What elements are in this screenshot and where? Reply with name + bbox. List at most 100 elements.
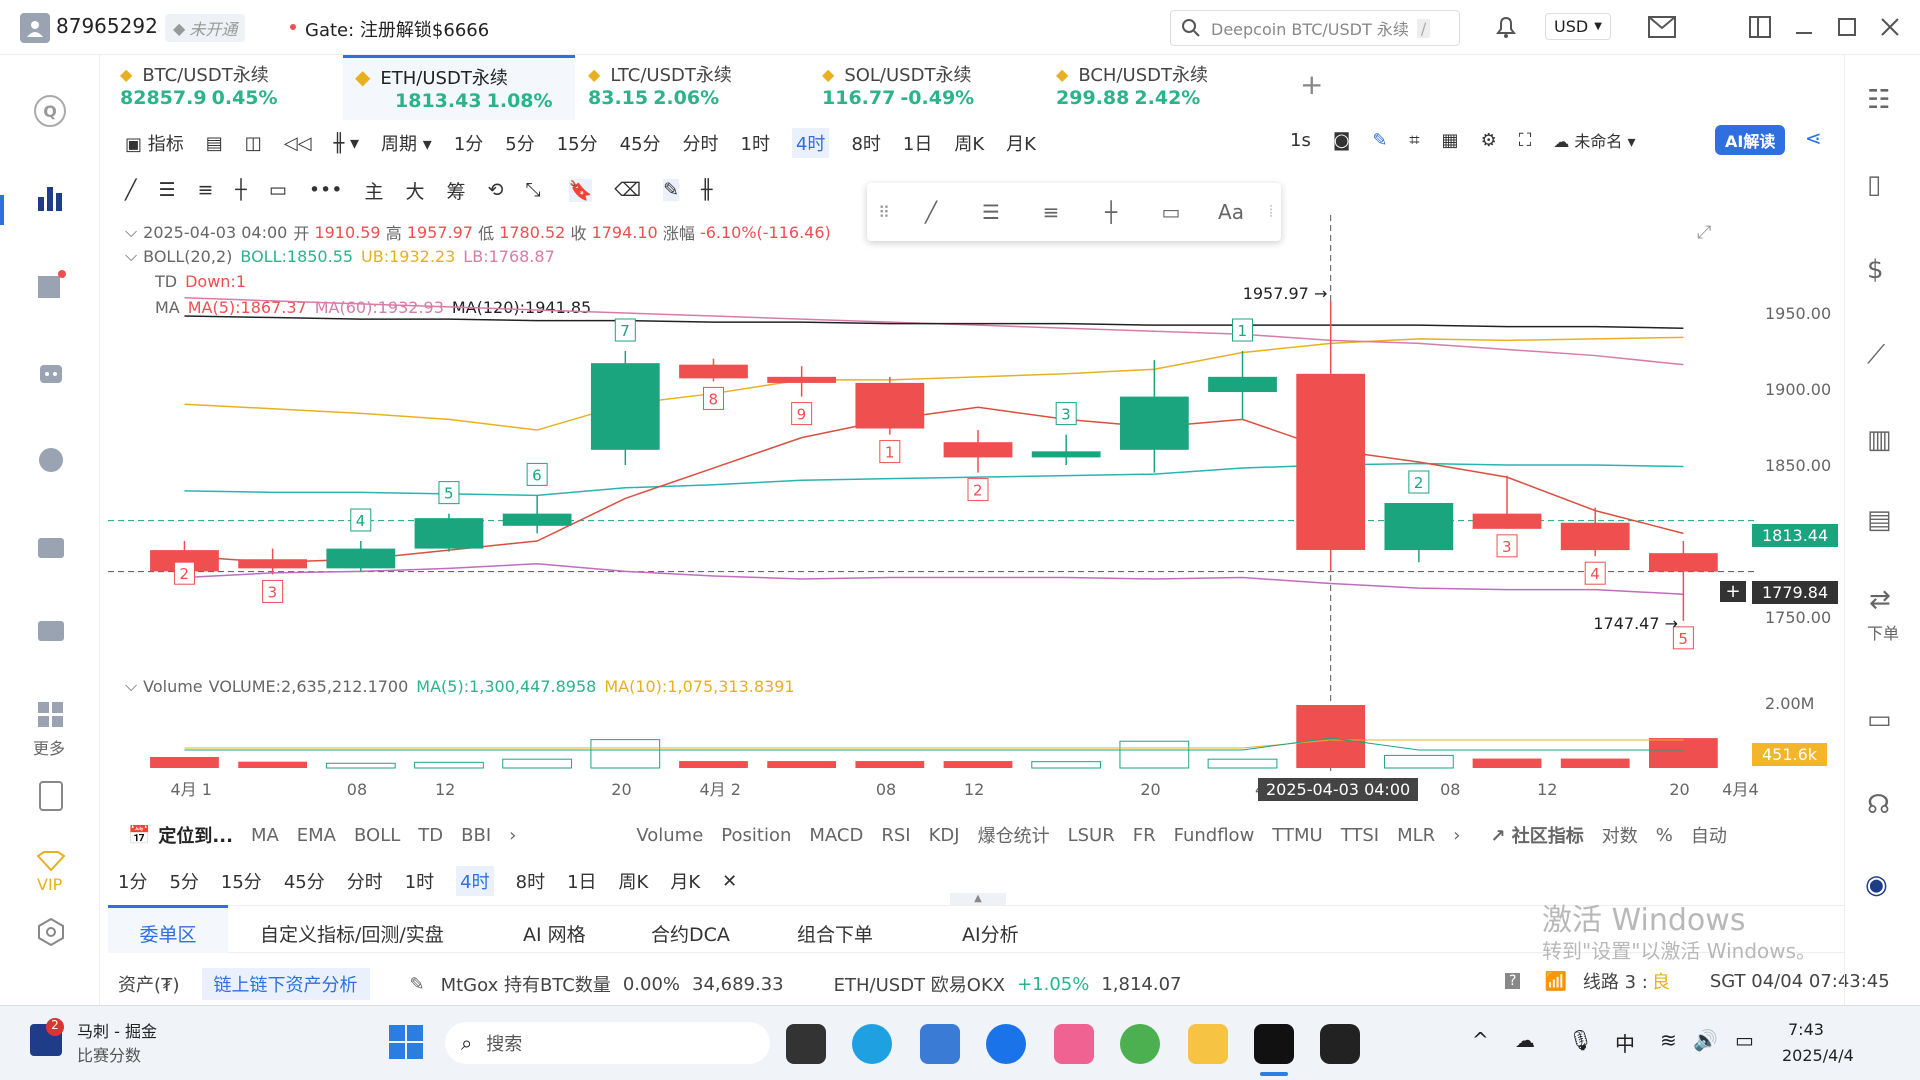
ind-boll[interactable]: BOLL xyxy=(354,825,400,846)
dollar-icon[interactable]: $ xyxy=(1867,255,1884,285)
rect-tool-icon[interactable]: ▭ xyxy=(269,179,287,201)
ind-kdj[interactable]: KDJ xyxy=(929,825,960,846)
calendar-icon[interactable]: 📅 xyxy=(128,825,150,846)
device-icon[interactable] xyxy=(38,780,64,816)
edge-icon[interactable] xyxy=(852,1024,892,1064)
tf2-15m[interactable]: 15分 xyxy=(221,868,262,894)
candle-type-icon[interactable]: ╫ ▾ xyxy=(333,133,359,154)
tf2-week[interactable]: 周K xyxy=(619,868,649,894)
tab-ltc[interactable]: ◆ LTC/USDT永续 83.15 2.06% xyxy=(578,55,808,120)
add-order-icon[interactable]: + xyxy=(1720,581,1746,602)
tf-1h[interactable]: 1时 xyxy=(741,130,770,156)
ind-ma[interactable]: MA xyxy=(251,825,279,846)
eraser-icon[interactable]: ⌫ xyxy=(614,179,641,201)
bot-icon[interactable]: ◉ xyxy=(1865,870,1888,900)
folder-icon[interactable] xyxy=(1188,1024,1228,1064)
tab-combo-order[interactable]: 组合下单 xyxy=(797,920,873,947)
tf2-1m[interactable]: 1分 xyxy=(118,868,147,894)
main-force-button[interactable]: 主 xyxy=(364,177,383,204)
volume-icon[interactable]: 🔊 xyxy=(1693,1028,1718,1052)
gate-label[interactable]: Gate: 注册解锁$6666 xyxy=(305,16,489,42)
logo-icon[interactable]: Q xyxy=(34,95,66,127)
record-icon[interactable] xyxy=(1320,1024,1360,1064)
k-app-icon[interactable] xyxy=(986,1024,1026,1064)
ind-td[interactable]: TD xyxy=(418,825,443,846)
ind-lsur[interactable]: LSUR xyxy=(1068,825,1115,846)
pct-toggle[interactable]: % xyxy=(1656,825,1673,846)
wallet-icon[interactable] xyxy=(36,532,66,566)
auto-draw-icon[interactable]: ⟲ xyxy=(488,179,504,201)
tf2-1d[interactable]: 1日 xyxy=(567,868,596,894)
order-label[interactable]: 下单 xyxy=(1867,620,1899,644)
tf2-1h[interactable]: 1时 xyxy=(405,868,434,894)
mail-icon[interactable] xyxy=(1647,15,1677,43)
analytics-icon[interactable] xyxy=(36,445,66,479)
news-icon[interactable] xyxy=(36,270,66,304)
tf2-4h[interactable]: 4时 xyxy=(456,866,494,896)
tf-time[interactable]: 分时 xyxy=(683,130,719,156)
ind-position[interactable]: Position xyxy=(721,825,791,846)
currency-select[interactable]: USD ▼ xyxy=(1545,13,1611,40)
parallel-tool-icon[interactable]: ☰ xyxy=(158,179,175,201)
tab-eth[interactable]: ◆ ETH/USDT永续 1813.43 1.08% xyxy=(343,55,575,120)
edit-icon[interactable]: ✎ xyxy=(410,974,425,995)
tf-4h[interactable]: 4时 xyxy=(791,128,830,158)
headset-icon[interactable]: ☊ xyxy=(1867,790,1890,820)
tf-month[interactable]: 月K xyxy=(1006,130,1036,156)
settings-icon[interactable] xyxy=(36,917,66,951)
tab-dca[interactable]: 合约DCA xyxy=(651,920,730,947)
chevron-right-icon[interactable]: › xyxy=(509,825,516,846)
tf-week[interactable]: 周K xyxy=(954,130,984,156)
tf-15m[interactable]: 15分 xyxy=(557,130,598,156)
help-icon[interactable]: ? xyxy=(1505,973,1521,989)
tab-orders[interactable]: 委单区 xyxy=(108,905,228,953)
search-input[interactable]: Deepcoin BTC/USDT 永续 / xyxy=(1170,10,1460,46)
tf2-month[interactable]: 月K xyxy=(670,868,700,894)
store-icon[interactable] xyxy=(920,1024,960,1064)
minimize-icon[interactable] xyxy=(1792,15,1816,43)
collapse-handle-icon[interactable]: ▲ xyxy=(950,893,1006,905)
tab-btc[interactable]: ◆ BTC/USDT永续 82857.9 0.45% xyxy=(108,55,338,120)
ind-fr[interactable]: FR xyxy=(1133,825,1156,846)
etf-icon[interactable]: ▤ xyxy=(1867,505,1892,535)
chip-button[interactable]: 筹 xyxy=(446,177,465,204)
ind-fundflow[interactable]: Fundflow xyxy=(1174,825,1255,846)
ind-liq[interactable]: 爆仓统计 xyxy=(978,822,1050,848)
orderbook-icon[interactable]: ☷ xyxy=(1867,85,1890,115)
close-tf-icon[interactable]: ✕ xyxy=(722,871,737,892)
ime-label[interactable]: 中 xyxy=(1615,1028,1635,1057)
vip-icon[interactable] xyxy=(36,850,66,876)
ind-rsi[interactable]: RSI xyxy=(881,825,910,846)
line-label[interactable]: 线路 3 : xyxy=(1583,968,1648,994)
document-icon[interactable]: ▯ xyxy=(1867,170,1881,200)
app-title[interactable]: 马刺 - 掘金 xyxy=(77,1018,157,1042)
share-icon[interactable]: ⋖ xyxy=(1805,126,1822,150)
tf-8h[interactable]: 8时 xyxy=(851,130,880,156)
ind-volume[interactable]: Volume xyxy=(636,825,703,846)
assets-label[interactable]: 资产(₮) xyxy=(118,971,180,997)
ind-ttmu[interactable]: TTMU xyxy=(1272,825,1322,846)
price-chart[interactable]: 1950.001900.001850.001800.001750.0023456… xyxy=(108,215,1844,805)
tf2-8h[interactable]: 8时 xyxy=(516,868,545,894)
tf-1d[interactable]: 1日 xyxy=(903,130,932,156)
add-tab-button[interactable]: + xyxy=(1300,68,1323,101)
template-icon[interactable]: ▦ xyxy=(1442,130,1459,151)
more-tools-icon[interactable]: ••• xyxy=(309,179,343,201)
tab-bch[interactable]: ◆ BCH/USDT永续 299.88 2.42% xyxy=(1046,55,1276,120)
big-order-button[interactable]: 大 xyxy=(405,177,424,204)
layout-split-icon[interactable]: ◫ xyxy=(245,133,262,154)
locate-button[interactable]: 定位到... xyxy=(158,822,233,848)
line-tool-icon[interactable]: ╱ xyxy=(125,179,136,201)
fullscreen-icon[interactable]: ⛶ xyxy=(1519,130,1532,151)
tf2-45m[interactable]: 45分 xyxy=(284,868,325,894)
calendar-icon[interactable]: ▤ xyxy=(206,133,223,154)
ind-macd[interactable]: MACD xyxy=(809,825,863,846)
expand-icon[interactable]: ⤢ xyxy=(1697,222,1711,243)
tab-ai-grid[interactable]: AI 网格 xyxy=(523,920,586,947)
maximize-icon[interactable] xyxy=(1835,15,1859,43)
close-icon[interactable] xyxy=(1878,15,1902,43)
candle-tool-icon[interactable]: ╫ xyxy=(701,179,712,201)
bilibili-icon[interactable] xyxy=(1054,1024,1094,1064)
onchain-button[interactable]: 链上链下资产分析 xyxy=(201,968,370,1000)
browser-icon[interactable] xyxy=(1120,1024,1160,1064)
